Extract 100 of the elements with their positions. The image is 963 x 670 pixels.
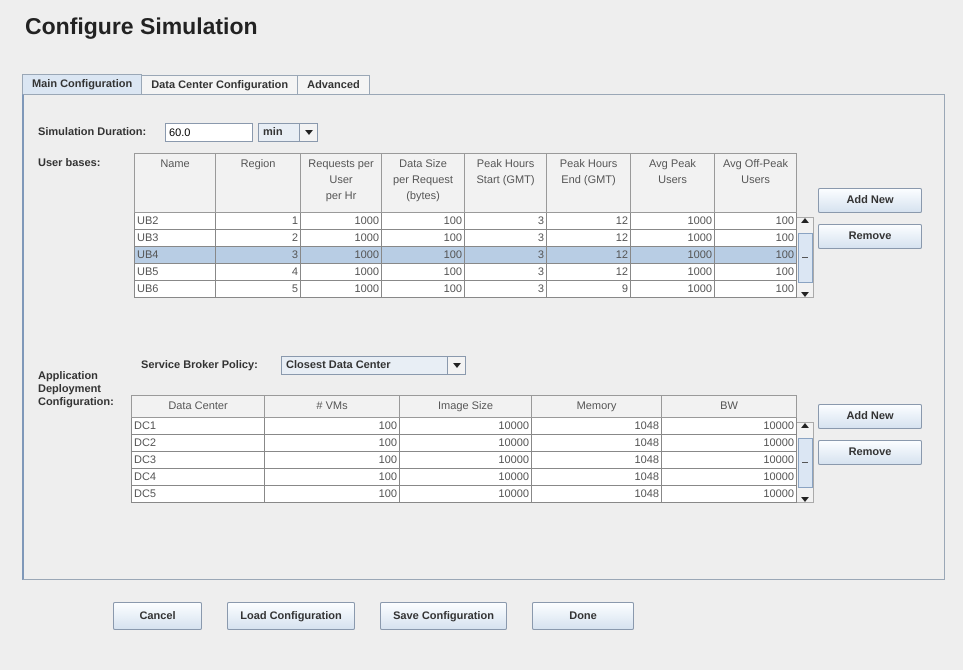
scroll-down-icon[interactable]	[801, 292, 809, 297]
scrollbar[interactable]	[797, 217, 814, 298]
table-cell: 10000	[400, 452, 532, 468]
table-cell: 10000	[662, 486, 796, 502]
table-cell: UB3	[134, 230, 216, 246]
remove-button[interactable]: Add New	[818, 404, 922, 429]
table-cell: 10000	[400, 468, 532, 486]
table-row[interactable]: DC1 100 10000 1048 10000	[132, 418, 796, 434]
table-cell: 100	[382, 246, 464, 264]
table-cell: 3	[216, 246, 300, 264]
dropdown-arrow-icon[interactable]	[304, 130, 312, 135]
load-configuration-button[interactable]: Load Configuration	[227, 602, 355, 630]
scrollbar[interactable]	[797, 422, 814, 503]
table-cell: 1000	[300, 280, 382, 298]
table-cell: 3	[464, 212, 546, 230]
table-cell: 3	[464, 280, 546, 298]
table-cell: 1048	[532, 486, 662, 502]
column-header: Avg Peak Users	[630, 154, 714, 212]
table-cell: 100	[382, 264, 464, 280]
table-cell: 1000	[630, 280, 714, 298]
table-row[interactable]: UB4 3 1000 100 3 12 1000 100	[134, 246, 796, 264]
table-cell: 9	[546, 280, 630, 298]
column-header: Data Size per Request (bytes)	[382, 154, 464, 212]
remove-button[interactable]: Add New	[818, 188, 922, 213]
dropdown-arrow-icon[interactable]	[452, 363, 460, 368]
table-cell: 3	[464, 246, 546, 264]
table-cell: 1048	[532, 468, 662, 486]
scroll-up-icon[interactable]	[801, 218, 809, 223]
deployment-label: Application Deployment Configuration:	[38, 369, 115, 409]
table-cell: UB4	[134, 246, 216, 264]
table-row[interactable]: DC3 100 10000 1048 10000	[132, 452, 796, 468]
column-header: Image Size	[400, 396, 532, 418]
column-header: Peak Hours End (GMT)	[546, 154, 630, 212]
table-cell: DC4	[132, 468, 264, 486]
table-cell: 1000	[630, 264, 714, 280]
table-cell: 100	[264, 468, 400, 486]
tab[interactable]: Main Configuration	[22, 74, 142, 94]
remove-button[interactable]: Remove	[818, 440, 922, 465]
user-bases-label: User bases:	[38, 156, 102, 171]
table-cell: 1000	[630, 212, 714, 230]
table-cell: 1048	[532, 418, 662, 434]
column-header: Peak Hours Start (GMT)	[464, 154, 546, 212]
table-cell: UB5	[134, 264, 216, 280]
table-row[interactable]: UB6 5 1000 100 3 9 1000 100	[134, 280, 796, 298]
column-header: Memory	[532, 396, 662, 418]
table-cell: 100	[264, 452, 400, 468]
done-button[interactable]: Done	[532, 602, 634, 630]
duration-label: Simulation Duration:	[38, 126, 148, 139]
remove-button[interactable]: Remove	[818, 224, 922, 249]
table-cell: 1000	[630, 246, 714, 264]
table-cell: 10000	[662, 468, 796, 486]
table-cell: 4	[216, 264, 300, 280]
table-cell: 100	[714, 246, 796, 264]
table-cell: 10000	[662, 452, 796, 468]
table-cell: 100	[382, 230, 464, 246]
table-cell: DC3	[132, 452, 264, 468]
table-row[interactable]: DC4 100 10000 1048 10000	[132, 468, 796, 486]
table-cell: 10000	[400, 418, 532, 434]
table-cell: 3	[464, 230, 546, 246]
scroll-down-icon[interactable]	[801, 497, 809, 502]
scroll-up-icon[interactable]	[801, 423, 809, 428]
table-cell: 1048	[532, 434, 662, 452]
table-cell: DC2	[132, 434, 264, 452]
tab[interactable]: Data Center Configuration	[141, 75, 298, 94]
table-cell: 12	[546, 264, 630, 280]
table-cell: 100	[714, 230, 796, 246]
table-cell: 100	[714, 212, 796, 230]
table-cell: 100	[714, 264, 796, 280]
table-cell: 1000	[300, 264, 382, 280]
table-row[interactable]: UB3 2 1000 100 3 12 1000 100	[134, 230, 796, 246]
scroll-thumb[interactable]	[798, 232, 812, 282]
table-cell: 1000	[630, 230, 714, 246]
table-cell: 3	[464, 264, 546, 280]
page-title: Configure Simulation	[25, 12, 259, 40]
table-cell: DC1	[132, 418, 264, 434]
broker-policy-dropdown[interactable]: Closest Data Center	[281, 356, 466, 375]
column-header: Avg Off-Peak Users	[714, 154, 796, 212]
table-row[interactable]: DC5 100 10000 1048 10000	[132, 486, 796, 502]
table-row[interactable]: UB2 1 1000 100 3 12 1000 100	[134, 212, 796, 230]
table-cell: 10000	[662, 418, 796, 434]
table-cell: 100	[264, 418, 400, 434]
table-cell: 2	[216, 230, 300, 246]
broker-policy-label: Service Broker Policy:	[140, 359, 259, 372]
cancel-button[interactable]: Cancel	[113, 602, 202, 630]
unit-dropdown[interactable]: min	[258, 123, 318, 142]
table-cell: 1000	[300, 212, 382, 230]
table-row[interactable]: DC2 100 10000 1048 10000	[132, 434, 796, 452]
save-configuration-button[interactable]: Save Configuration	[380, 602, 507, 630]
column-header: Data Center	[132, 396, 264, 418]
table-cell: 100	[264, 486, 400, 502]
duration-field[interactable]: 60.0	[165, 123, 253, 142]
scroll-thumb[interactable]	[798, 438, 812, 488]
table-row[interactable]: UB5 4 1000 100 3 12 1000 100	[134, 264, 796, 280]
table-cell: 1048	[532, 452, 662, 468]
table-cell: 100	[264, 434, 400, 452]
tab[interactable]: Advanced	[297, 75, 370, 94]
table-cell: UB6	[134, 280, 216, 298]
table-cell: 12	[546, 230, 630, 246]
table-cell: 10000	[662, 434, 796, 452]
table-cell: UB2	[134, 212, 216, 230]
